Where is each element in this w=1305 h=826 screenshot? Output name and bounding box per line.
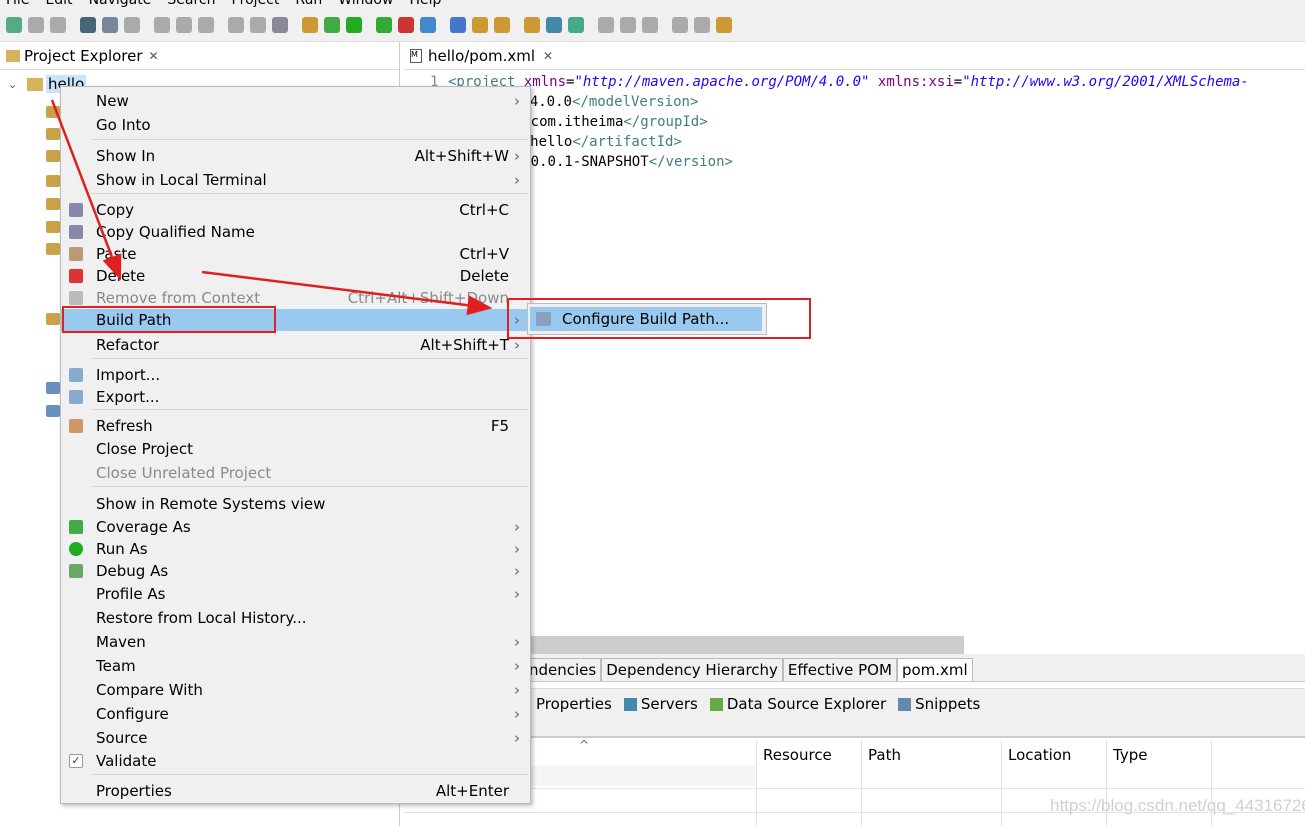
annotation-arrows: [50, 99, 493, 316]
arrow: [50, 99, 122, 281]
arrow: [201, 270, 493, 316]
